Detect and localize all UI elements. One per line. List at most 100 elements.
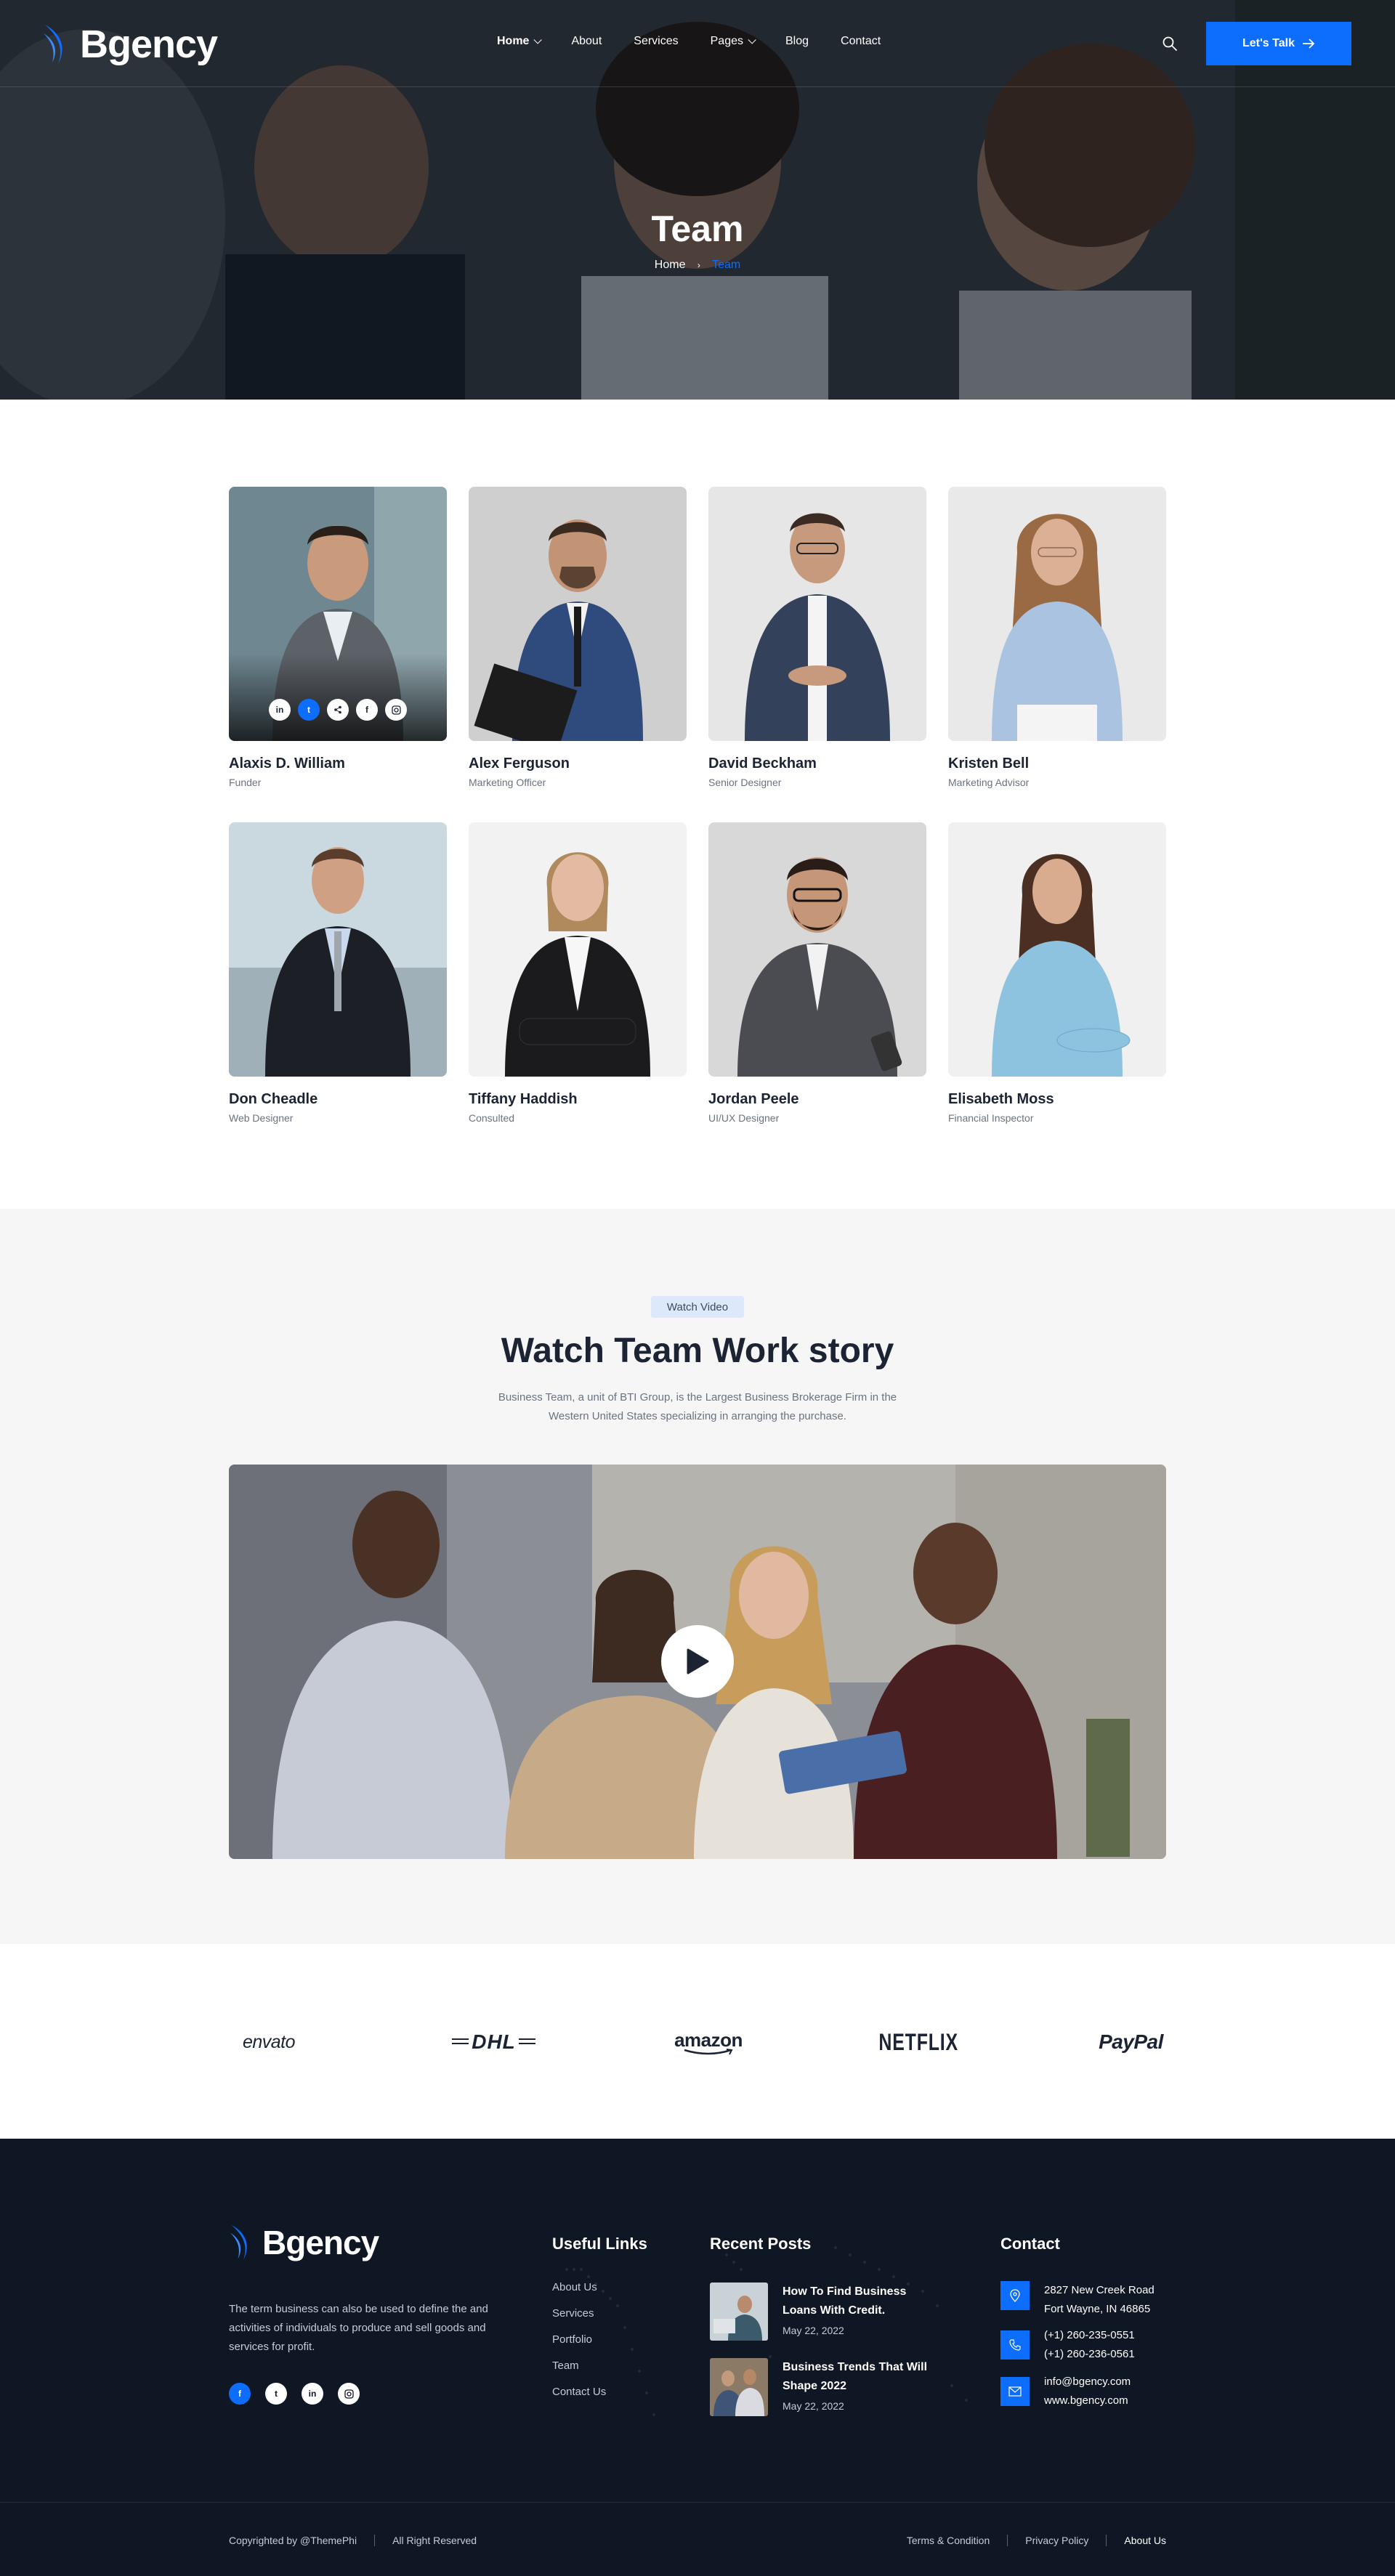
linkedin-icon[interactable]: in (269, 699, 291, 721)
main-menu: Home About Services Pages Blog Contact (497, 35, 913, 48)
facebook-icon[interactable]: f (356, 699, 378, 721)
menu-item-services[interactable]: Services (634, 35, 678, 48)
share-icon[interactable] (327, 699, 349, 721)
member-name[interactable]: Jordan Peele (708, 1091, 926, 1108)
footer-link-portfolio[interactable]: Portfolio (552, 2333, 606, 2348)
brand-logo-amazon[interactable]: amazon (674, 2028, 743, 2057)
member-name[interactable]: Kristen Bell (948, 756, 1166, 772)
footer-link-about[interactable]: About Us (552, 2281, 606, 2296)
menu-item-contact[interactable]: Contact (841, 35, 881, 48)
member-name[interactable]: Elisabeth Moss (948, 1091, 1166, 1108)
team-member-photo: in t f (229, 487, 447, 741)
copyright-text: Copyrighted by @ThemePhi (229, 2535, 357, 2546)
twitter-icon[interactable]: t (265, 2383, 287, 2405)
footer-link-team[interactable]: Team (552, 2360, 606, 2374)
useful-links-list: About Us Services Portfolio Team Contact… (552, 2281, 606, 2412)
menu-label: Contact (841, 35, 881, 47)
member-social-links: in t f (229, 699, 447, 721)
post-date: May 22, 2022 (783, 2325, 844, 2336)
member-role: Financial Inspector (948, 1112, 1034, 1124)
post-thumbnail (710, 2358, 768, 2416)
partner-brands: envato DHL amazon NETFLIX PayPal (0, 1944, 1395, 2139)
legal-links: Terms & Condition Privacy Policy About U… (907, 2535, 1166, 2546)
contact-email: info@bgency.com www.bgency.com (1000, 2373, 1131, 2410)
team-member-photo (229, 822, 447, 1077)
play-icon (687, 1648, 709, 1674)
email-address[interactable]: info@bgency.com (1044, 2373, 1131, 2391)
lets-talk-button[interactable]: Let's Talk (1206, 22, 1351, 65)
useful-links-title: Useful Links (552, 2235, 647, 2253)
instagram-glyph (344, 2389, 354, 2399)
team-member-photo (708, 822, 926, 1077)
portrait-image (708, 487, 926, 741)
amazon-smile-icon (684, 2048, 733, 2054)
instagram-icon[interactable] (385, 699, 407, 721)
lets-talk-label: Let's Talk (1242, 37, 1295, 49)
twitter-icon[interactable]: t (298, 699, 320, 721)
chevron-down-icon (748, 36, 756, 44)
menu-label: Home (497, 35, 530, 47)
member-name[interactable]: Don Cheadle (229, 1091, 447, 1108)
brand-logo-envato[interactable]: envato (229, 2028, 309, 2057)
member-role: Senior Designer (708, 777, 782, 788)
footer-link-contact[interactable]: Contact Us (552, 2386, 606, 2400)
brand-logo-text: NETFLIX (878, 2028, 958, 2055)
breadcrumb-home[interactable]: Home (655, 259, 686, 271)
about-us-link[interactable]: About Us (1124, 2535, 1166, 2546)
team-card[interactable]: David Beckham Senior Designer (708, 487, 926, 788)
member-name[interactable]: Tiffany Haddish (469, 1091, 687, 1108)
menu-item-about[interactable]: About (571, 35, 602, 48)
brand-logo-dhl[interactable]: DHL (452, 2028, 535, 2057)
website-address[interactable]: www.bgency.com (1044, 2391, 1131, 2410)
photo-gradient (229, 654, 447, 741)
instagram-icon[interactable] (338, 2383, 360, 2405)
team-card[interactable]: Kristen Bell Marketing Advisor (948, 487, 1166, 788)
team-card[interactable]: Alex Ferguson Marketing Officer (469, 487, 687, 788)
member-name[interactable]: David Beckham (708, 756, 926, 772)
team-card[interactable]: in t f Alaxis D. William Funder (229, 487, 447, 788)
map-pin-icon (1000, 2281, 1030, 2310)
portrait-image (469, 822, 687, 1077)
footer-about-text: The term business can also be used to de… (229, 2303, 488, 2353)
menu-item-home[interactable]: Home (497, 35, 543, 48)
facebook-icon[interactable]: f (229, 2383, 251, 2405)
menu-item-pages[interactable]: Pages (711, 35, 756, 48)
privacy-link[interactable]: Privacy Policy (1025, 2535, 1088, 2546)
arrow-right-icon (1302, 39, 1315, 49)
footer-divider (0, 2502, 1395, 2503)
linkedin-icon[interactable]: in (302, 2383, 323, 2405)
footer-link-services[interactable]: Services (552, 2307, 606, 2322)
post-title[interactable]: How To Find Business Loans With Credit. (783, 2283, 928, 2320)
team-card[interactable]: Jordan Peele UI/UX Designer (708, 822, 926, 1124)
team-card[interactable]: Don Cheadle Web Designer (229, 822, 447, 1124)
member-name[interactable]: Alaxis D. William (229, 756, 447, 772)
search-icon[interactable] (1161, 35, 1178, 52)
contact-phone: (+1) 260-235-0551 (+1) 260-236-0561 (1000, 2326, 1135, 2364)
terms-link[interactable]: Terms & Condition (907, 2535, 990, 2546)
brand-logo-netflix[interactable]: NETFLIX (878, 2028, 958, 2057)
recent-post-item[interactable]: Business Trends That Will Shape 2022 May… (710, 2358, 942, 2416)
post-title[interactable]: Business Trends That Will Shape 2022 (783, 2358, 928, 2396)
footer-logo[interactable]: Bgency (229, 2223, 379, 2262)
member-role: Funder (229, 777, 262, 788)
phone-number-2[interactable]: (+1) 260-236-0561 (1044, 2345, 1135, 2364)
site-logo[interactable]: Bgency (42, 22, 218, 67)
team-card[interactable]: Tiffany Haddish Consulted (469, 822, 687, 1124)
menu-item-blog[interactable]: Blog (785, 35, 809, 48)
phone-icon (1000, 2330, 1030, 2360)
logo-mark-icon (230, 2224, 247, 2261)
brand-logo-paypal[interactable]: PayPal (1096, 2028, 1166, 2057)
rights-text: All Right Reserved (392, 2535, 477, 2546)
member-name[interactable]: Alex Ferguson (469, 756, 687, 772)
video-player[interactable] (229, 1465, 1166, 1859)
team-card[interactable]: Elisabeth Moss Financial Inspector (948, 822, 1166, 1124)
member-role: Marketing Advisor (948, 777, 1030, 788)
portrait-image (229, 822, 447, 1077)
play-button[interactable] (661, 1625, 734, 1698)
video-section-title: Watch Team Work story (501, 1332, 894, 1370)
video-section: Watch Video Watch Team Work story Busine… (0, 1209, 1395, 1944)
brand-logo-text: DHL (469, 2030, 519, 2054)
phone-number-1[interactable]: (+1) 260-235-0551 (1044, 2326, 1135, 2345)
recent-post-item[interactable]: How To Find Business Loans With Credit. … (710, 2283, 942, 2341)
post-thumbnail (710, 2283, 768, 2341)
